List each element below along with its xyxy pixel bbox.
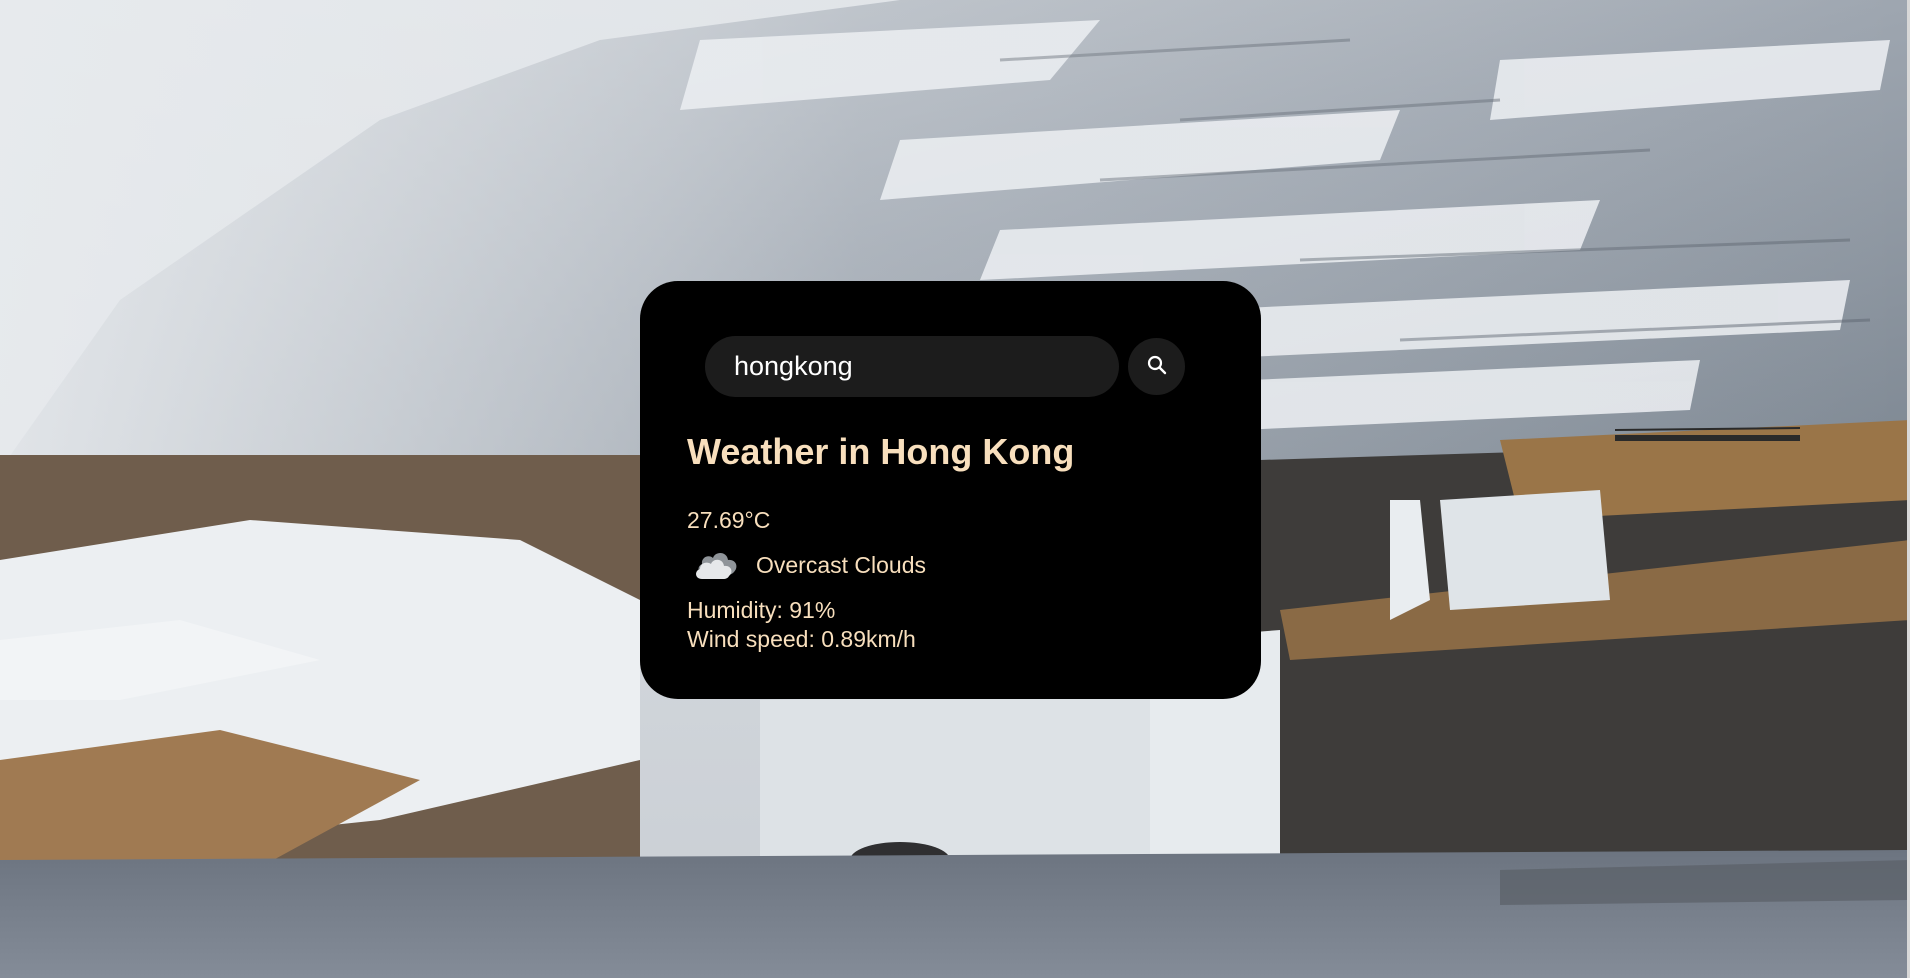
weather-card: Weather in Hong Kong 27.69°C Overcast Cl… — [640, 281, 1261, 699]
search-button[interactable] — [1128, 338, 1185, 395]
condition-row: Overcast Clouds — [692, 545, 926, 586]
wind-speed-value: Wind speed: 0.89km/h — [687, 626, 916, 652]
humidity-value: Humidity: 91% — [687, 597, 836, 623]
weather-details: Humidity: 91% Wind speed: 0.89km/h — [687, 596, 916, 654]
search-icon — [1146, 354, 1168, 379]
search-bar — [705, 336, 1185, 397]
condition-description: Overcast Clouds — [756, 552, 927, 578]
search-input[interactable] — [705, 336, 1119, 397]
cloud-icon — [692, 545, 742, 586]
temperature-value: 27.69°C — [687, 507, 771, 533]
page-title: Weather in Hong Kong — [687, 431, 1075, 472]
